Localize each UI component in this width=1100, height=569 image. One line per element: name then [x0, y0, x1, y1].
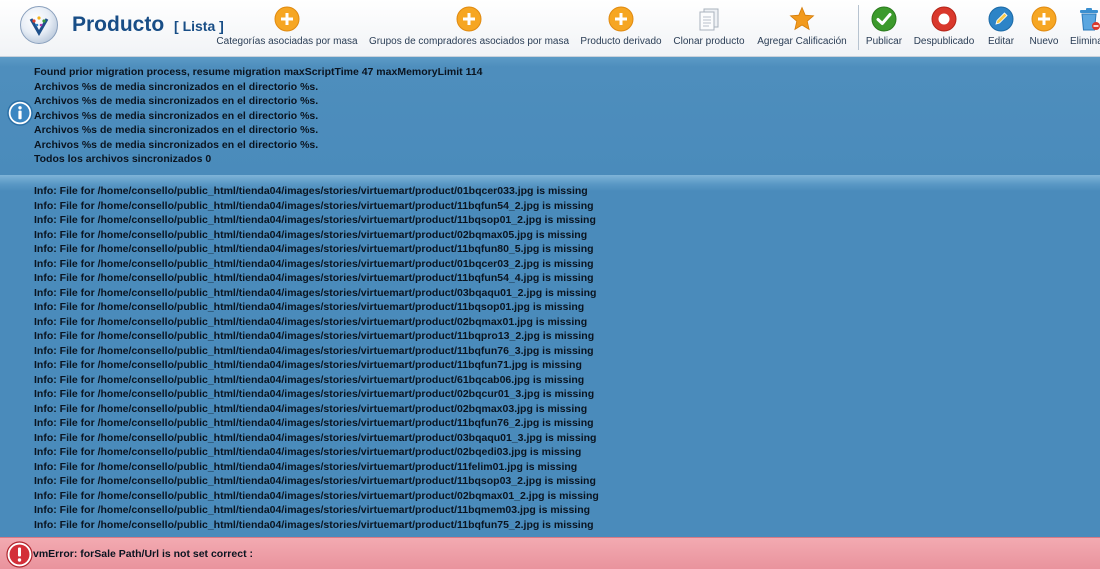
info-icon [7, 100, 33, 126]
error-message-text: vmError: forSale Path/Url is not set cor… [33, 548, 253, 560]
unpublish-label: Despublicado [913, 36, 975, 47]
toolbar-divider [858, 5, 859, 50]
info-message-line: Archivos %s de media sincronizados en el… [34, 109, 319, 122]
delete-label: Elimina [1070, 36, 1100, 47]
info-message-panel: Found prior migration process, resume mi… [0, 57, 1100, 175]
missing-file-line: Info: File for /home/consello/public_htm… [34, 214, 596, 226]
missing-file-line: Info: File for /home/consello/public_htm… [34, 315, 588, 328]
edit-button[interactable]: Editar [984, 6, 1018, 50]
clone-product-button[interactable]: Clonar producto [672, 6, 746, 50]
missing-files-lines: Info: File for /home/consello/public_htm… [34, 184, 599, 532]
info-message-line: Archivos %s de media sincronizados en el… [34, 80, 319, 93]
info-message-line: Found prior migration process, resume mi… [34, 66, 483, 78]
plus-circle-icon [1031, 6, 1057, 32]
pencil-circle-icon [988, 6, 1014, 32]
child-product-button[interactable]: Producto derivado [579, 6, 663, 50]
new-label: Nuevo [1029, 36, 1059, 47]
virtuemart-logo [20, 6, 58, 44]
missing-files-panel: Info: File for /home/consello/public_htm… [0, 175, 1100, 537]
delete-button[interactable]: Elimina [1070, 6, 1100, 50]
missing-file-line: Info: File for /home/consello/public_htm… [34, 373, 585, 386]
stop-circle-icon [931, 6, 957, 32]
missing-file-line: Info: File for /home/consello/public_htm… [34, 388, 595, 400]
missing-file-line: Info: File for /home/consello/public_htm… [34, 359, 582, 371]
plus-circle-icon [274, 6, 300, 32]
star-icon [789, 6, 815, 31]
mass-shopper-groups-label: Grupos de compradores asociados por masa [368, 36, 570, 47]
page-title-text: Producto [72, 13, 165, 36]
missing-file-line: Info: File for /home/consello/public_htm… [34, 344, 594, 357]
plus-circle-icon [456, 6, 482, 32]
missing-file-line: Info: File for /home/consello/public_htm… [34, 446, 582, 458]
info-message-line: Archivos %s de media sincronizados en el… [34, 138, 319, 151]
missing-file-line: Info: File for /home/consello/public_htm… [34, 504, 591, 516]
missing-file-line: Info: File for /home/consello/public_htm… [34, 330, 595, 342]
page-title: Producto [ Lista ] [72, 13, 224, 37]
document-copy-icon [699, 8, 719, 31]
toolbar: Producto [ Lista ] Categorías asociadas … [0, 0, 1100, 57]
info-message-line: Archivos %s de media sincronizados en el… [34, 95, 319, 107]
missing-file-line: Info: File for /home/consello/public_htm… [34, 286, 597, 299]
child-product-label: Producto derivado [580, 36, 662, 47]
missing-file-line: Info: File for /home/consello/public_htm… [34, 402, 588, 415]
info-message-line: Archivos %s de media sincronizados en el… [34, 124, 319, 136]
trash-icon [1080, 8, 1100, 31]
clone-product-label: Clonar producto [673, 36, 745, 47]
missing-file-line: Info: File for /home/consello/public_htm… [34, 257, 594, 270]
missing-file-line: Info: File for /home/consello/public_htm… [34, 228, 588, 241]
unpublish-button[interactable]: Despublicado [912, 6, 976, 50]
missing-file-line: Info: File for /home/consello/public_htm… [34, 431, 597, 444]
missing-file-line: Info: File for /home/consello/public_htm… [34, 518, 594, 531]
add-rating-label: Agregar Calificación [757, 36, 847, 47]
error-icon [6, 541, 33, 568]
info-message-lines: Found prior migration process, resume mi… [34, 65, 483, 167]
mass-categories-label: Categorías asociadas por masa [216, 36, 358, 47]
publish-button[interactable]: Publicar [864, 6, 904, 50]
missing-file-line: Info: File for /home/consello/public_htm… [34, 272, 594, 284]
add-rating-button[interactable]: Agregar Calificación [756, 6, 848, 50]
missing-file-line: Info: File for /home/consello/public_htm… [34, 489, 599, 502]
missing-file-line: Info: File for /home/consello/public_htm… [34, 460, 578, 473]
info-message-line: Todos los archivos sincronizados 0 [34, 153, 212, 165]
check-circle-icon [871, 6, 897, 32]
new-button[interactable]: Nuevo [1027, 6, 1061, 50]
missing-file-line: Info: File for /home/consello/public_htm… [34, 301, 585, 313]
missing-file-line: Info: File for /home/consello/public_htm… [34, 417, 594, 429]
error-message-panel: vmError: forSale Path/Url is not set cor… [0, 537, 1100, 569]
publish-label: Publicar [865, 36, 903, 47]
edit-label: Editar [987, 36, 1015, 47]
mass-categories-button[interactable]: Categorías asociadas por masa [216, 6, 358, 50]
missing-file-line: Info: File for /home/consello/public_htm… [34, 475, 596, 487]
missing-file-line: Info: File for /home/consello/public_htm… [34, 199, 594, 212]
missing-file-line: Info: File for /home/consello/public_htm… [34, 185, 588, 197]
mass-shopper-groups-button[interactable]: Grupos de compradores asociados por masa [369, 6, 569, 50]
plus-circle-icon [608, 6, 634, 32]
missing-file-line: Info: File for /home/consello/public_htm… [34, 243, 594, 255]
